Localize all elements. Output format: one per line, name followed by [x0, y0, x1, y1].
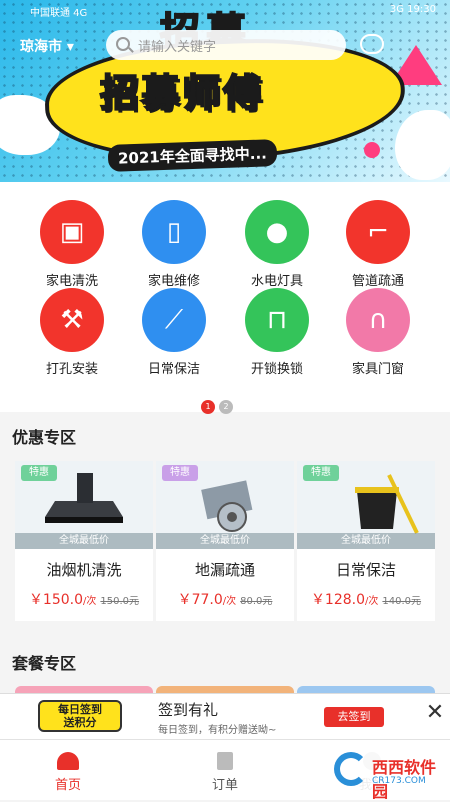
message-icon[interactable]	[360, 34, 384, 54]
site-watermark: 西西软件园 CR173.COM	[330, 748, 446, 801]
service-item-locksmith[interactable]: ⊓ 开锁换锁	[227, 288, 327, 377]
price-unit: /次	[365, 596, 379, 607]
order-icon	[217, 752, 233, 770]
service-item-appliance-repair[interactable]: ▯ 家电维修	[124, 200, 224, 289]
pager-dot-active[interactable]: 1	[201, 400, 215, 414]
pager-dot[interactable]: 2	[219, 400, 233, 414]
service-item-appliance-cleaning[interactable]: ▣ 家电清洗	[22, 200, 122, 289]
section-title-package: 套餐专区	[12, 654, 77, 673]
water-drop-icon: ●	[245, 200, 309, 264]
deal-image: 特惠 全城最低价	[297, 461, 435, 549]
recruit-banner[interactable]: 招募 招募师傅 2021年全面寻找中... 中国联通 4G 3G 19:30 琼…	[0, 0, 450, 182]
service-label: 水电灯具	[250, 274, 303, 289]
window-icon: ∩	[346, 288, 410, 352]
banner-dot-decoration	[364, 142, 380, 158]
carousel-pager: 12	[201, 394, 237, 414]
checkin-button[interactable]: 去签到	[324, 707, 384, 727]
clock-text: 3G 19:30	[389, 4, 436, 15]
deal-price: ￥128.0/次 140.0元	[297, 589, 435, 609]
section-title-discount: 优惠专区	[12, 428, 77, 447]
service-label: 管道疏通	[351, 274, 404, 289]
deal-ribbon: 全城最低价	[15, 533, 153, 549]
ad-title: 签到有礼	[158, 701, 219, 719]
service-label: 打孔安装	[45, 362, 98, 377]
tab-orders[interactable]: 订单	[175, 740, 275, 793]
deal-name: 日常保洁	[335, 561, 396, 579]
deal-name: 油烟机清洗	[46, 561, 122, 579]
old-price: 80.0元	[240, 596, 273, 607]
close-icon[interactable]: ✕	[422, 700, 448, 726]
badge-line2: 送积分	[63, 716, 97, 729]
search-input[interactable]: 请输入关键字	[106, 30, 346, 60]
old-price: 140.0元	[382, 596, 422, 607]
deal-tag: 特惠	[162, 465, 198, 481]
service-label: 日常保洁	[147, 362, 200, 377]
deal-card-daily-cleaning[interactable]: 特惠 全城最低价 日常保洁 ￥128.0/次 140.0元	[297, 461, 435, 621]
deal-tag: 特惠	[303, 465, 339, 481]
washing-machine-icon: ▣	[40, 200, 104, 264]
deal-ribbon: 全城最低价	[297, 533, 435, 549]
deal-card-range-hood[interactable]: 特惠 全城最低价 油烟机清洗 ￥150.0/次 150.0元	[15, 461, 153, 621]
old-price: 150.0元	[100, 596, 140, 607]
price-value: ￥77.0	[177, 592, 223, 608]
carrier-text: 中国联通 4G	[30, 8, 88, 19]
deal-card-floor-drain[interactable]: 特惠 全城最低价 地漏疏通 ￥77.0/次 80.0元	[156, 461, 294, 621]
price-value: ￥150.0	[28, 592, 84, 608]
price-unit: /次	[83, 596, 97, 607]
service-item-drilling-install[interactable]: ⚒ 打孔安装	[22, 288, 122, 377]
service-label: 家电维修	[147, 274, 200, 289]
checkin-badge: 每日签到 送积分	[38, 700, 122, 732]
fridge-icon: ▯	[142, 200, 206, 264]
tab-home[interactable]: 首页	[18, 740, 118, 793]
drill-icon: ⚒	[40, 288, 104, 352]
deal-tag: 特惠	[21, 465, 57, 481]
chevron-down-icon: ▾	[66, 39, 74, 55]
squeegee-icon: ⟋	[142, 288, 206, 352]
service-label: 开锁换锁	[250, 362, 303, 377]
ad-subtitle: 每日签到，有积分赠送呦~	[158, 725, 277, 736]
checkin-ad-banner[interactable]: 每日签到 送积分 签到有礼 每日签到，有积分赠送呦~ 去签到 ✕	[0, 693, 450, 739]
price-value: ￥128.0	[310, 592, 366, 608]
service-label: 家具门窗	[351, 362, 404, 377]
banner-headline: 招募师傅	[99, 70, 265, 116]
tab-label: 订单	[211, 778, 238, 793]
watermark-url: CR173.COM	[372, 776, 426, 786]
home-icon	[57, 752, 79, 770]
tab-label: 首页	[54, 778, 81, 793]
deal-price: ￥150.0/次 150.0元	[15, 589, 153, 609]
watermark-logo-icon	[334, 752, 368, 786]
badge-line1: 每日签到	[58, 703, 102, 716]
service-item-pipe-unclogging[interactable]: ⌐ 管道疏通	[328, 200, 428, 289]
service-label: 家电清洗	[45, 274, 98, 289]
deal-price: ￥77.0/次 80.0元	[156, 589, 294, 609]
service-item-furniture-windows[interactable]: ∩ 家具门窗	[328, 288, 428, 377]
search-icon	[116, 37, 130, 51]
pipe-icon: ⌐	[346, 200, 410, 264]
city-label: 琼海市	[20, 39, 62, 55]
status-bar: 中国联通 4G 3G 19:30	[0, 4, 450, 19]
price-unit: /次	[222, 596, 237, 607]
lock-icon: ⊓	[245, 288, 309, 352]
deal-image: 特惠 全城最低价	[15, 461, 153, 549]
deal-ribbon: 全城最低价	[156, 533, 294, 549]
search-placeholder: 请输入关键字	[138, 40, 217, 55]
service-item-daily-cleaning[interactable]: ⟋ 日常保洁	[124, 288, 224, 377]
city-selector[interactable]: 琼海市 ▾	[20, 36, 74, 56]
deal-name: 地漏疏通	[194, 561, 255, 579]
service-item-plumbing-lighting[interactable]: ● 水电灯具	[227, 200, 327, 289]
deal-image: 特惠 全城最低价	[156, 461, 294, 549]
